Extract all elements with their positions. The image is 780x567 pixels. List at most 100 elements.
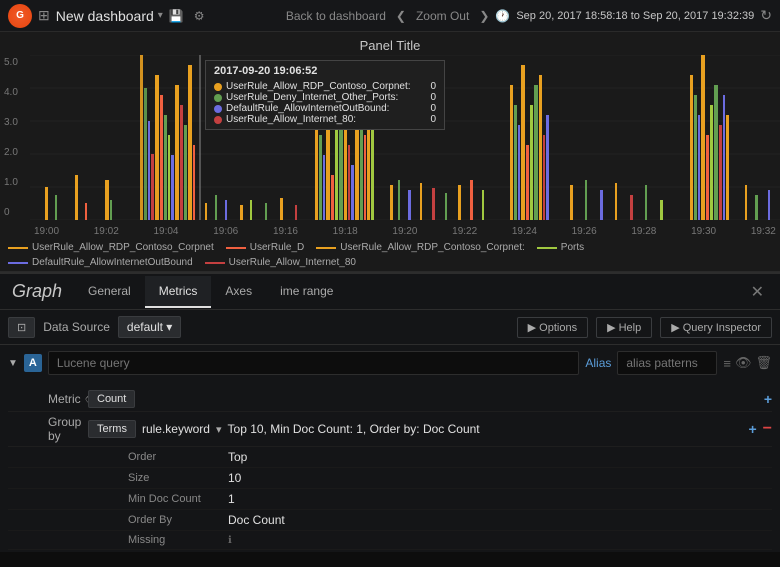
- query-input[interactable]: [48, 351, 579, 375]
- group-by-type-tag[interactable]: Terms: [88, 420, 136, 438]
- y-label-5: 5.0: [4, 57, 26, 68]
- datasource-icon-btn[interactable]: ⊡: [8, 317, 35, 338]
- datasource-label: Data Source: [43, 320, 110, 334]
- min-doc-count-value: 1: [228, 492, 235, 506]
- tab-general[interactable]: General: [74, 276, 145, 308]
- order-value: Top: [228, 450, 247, 464]
- y-label-3: 3.0: [4, 117, 26, 128]
- group-by-minus-btn[interactable]: −: [763, 420, 772, 438]
- help-btn[interactable]: ▶ Help: [596, 317, 652, 338]
- top-bar-center: Back to dashboard ❮ Zoom Out ❯ 🕐 Sep 20,…: [282, 7, 772, 25]
- order-by-value: Doc Count: [228, 513, 285, 527]
- clock-icon: 🕐: [495, 9, 510, 23]
- legend-color: [8, 262, 28, 264]
- close-panel-btn[interactable]: ✕: [743, 282, 772, 302]
- metric-value: Count +: [88, 390, 772, 408]
- query-letter-a: A: [24, 354, 42, 372]
- trash-icon[interactable]: 🗑: [755, 355, 772, 371]
- metric-row: Metric 👁 Count +: [8, 387, 772, 412]
- time-range-display: Sep 20, 2017 18:58:18 to Sep 20, 2017 19…: [516, 10, 754, 22]
- group-by-plus-btn[interactable]: +: [748, 421, 756, 437]
- bars-area: 2017-09-20 19:06:52 UserRule_Allow_RDP_C…: [30, 55, 780, 220]
- y-axis: 5.0 4.0 3.0 2.0 1.0 0: [0, 55, 30, 220]
- tooltip-row: UserRule_Deny_Internet_Other_Ports: 0: [214, 92, 436, 103]
- tooltip: 2017-09-20 19:06:52 UserRule_Allow_RDP_C…: [205, 60, 445, 130]
- order-label: Order: [128, 451, 228, 463]
- query-inspector-btn[interactable]: ▶ Query Inspector: [660, 317, 772, 338]
- metric-plus-btn[interactable]: +: [764, 391, 772, 407]
- save-icon[interactable]: 💾: [169, 9, 184, 23]
- metric-text: Metric: [48, 392, 81, 406]
- min-doc-count-label: Min Doc Count: [128, 493, 228, 505]
- eye-icon[interactable]: 👁: [735, 355, 752, 371]
- y-label-4: 4.0: [4, 87, 26, 98]
- legend-color: [226, 247, 246, 249]
- toolbar-icons: 💾 ⚙: [169, 9, 205, 23]
- legend-item[interactable]: UserRule_Allow_RDP_Contoso_Corpnet: [8, 242, 214, 253]
- missing-label: Missing: [128, 534, 228, 546]
- group-by-dropdown-icon[interactable]: ▾: [216, 423, 222, 436]
- graph-section-label: Graph: [8, 281, 74, 302]
- refresh-btn[interactable]: ↻: [760, 7, 772, 24]
- top-bar-left: G ⊞ New dashboard ▾ 💾 ⚙: [8, 4, 274, 28]
- options-btn[interactable]: ▶ Options: [517, 317, 588, 338]
- settings-icon[interactable]: ⚙: [194, 9, 205, 23]
- y-label-2: 2.0: [4, 147, 26, 158]
- legend-item[interactable]: Ports: [537, 242, 584, 253]
- order-row: Order Top: [8, 447, 772, 468]
- metric-type-tag[interactable]: Count: [88, 390, 135, 408]
- prev-zoom-icon[interactable]: ❮: [396, 9, 406, 23]
- back-to-dashboard-btn[interactable]: Back to dashboard: [282, 7, 390, 25]
- missing-info-icon[interactable]: ℹ: [228, 535, 232, 546]
- zoom-out-btn[interactable]: Zoom Out: [412, 7, 473, 25]
- datasource-select[interactable]: default ▾: [118, 316, 181, 338]
- query-row: ▼ A Alias ≡ 👁 🗑: [8, 351, 772, 375]
- size-value: 10: [228, 471, 241, 485]
- size-label: Size: [128, 472, 228, 484]
- dashboard-title: New dashboard ▾: [56, 8, 163, 24]
- tooltip-row: UserRule_Allow_RDP_Contoso_Corpnet: 0: [214, 81, 436, 92]
- metric-label: Metric 👁: [8, 392, 88, 406]
- query-row-icons: ≡ 👁 🗑: [723, 355, 772, 371]
- graph-legend: UserRule_Allow_RDP_Contoso_Corpnet UserR…: [0, 240, 780, 270]
- legend-color: [8, 247, 28, 249]
- legend-color: [316, 247, 336, 249]
- group-by-row: Group by Terms rule.keyword ▾ Top 10, Mi…: [8, 412, 772, 447]
- menu-icon[interactable]: ≡: [723, 356, 731, 371]
- legend-color: [205, 262, 225, 264]
- y-label-0: 0: [4, 207, 26, 218]
- tab-axes[interactable]: Axes: [211, 276, 266, 308]
- legend-label: DefaultRule_AllowInternetOutBound: [32, 257, 193, 268]
- dashboard-dropdown-icon[interactable]: ▾: [158, 10, 163, 21]
- legend-label: UserRule_Allow_RDP_Contoso_Corpnet:: [340, 242, 525, 253]
- group-by-desc: Top 10, Min Doc Count: 1, Order by: Doc …: [228, 422, 480, 436]
- legend-color: [537, 247, 557, 249]
- legend-item[interactable]: UserRule_Allow_Internet_80: [205, 257, 356, 268]
- panel-title: Panel Title: [0, 32, 780, 55]
- options-bar: ⊡ Data Source default ▾ ▶ Options ▶ Help…: [0, 310, 780, 345]
- y-label-1: 1.0: [4, 177, 26, 188]
- tab-metrics[interactable]: Metrics: [145, 276, 212, 308]
- logo-icon[interactable]: G: [8, 4, 32, 28]
- panel-header: Graph General Metrics Axes ime range ✕: [0, 274, 780, 310]
- next-zoom-icon[interactable]: ❯: [479, 9, 489, 23]
- query-area: ▼ A Alias ≡ 👁 🗑: [0, 345, 780, 385]
- dashboard-title-text: New dashboard: [56, 8, 154, 24]
- tab-time-range[interactable]: ime range: [266, 276, 347, 308]
- legend-item[interactable]: UserRule_Allow_RDP_Contoso_Corpnet:: [316, 242, 525, 253]
- x-axis: 19:00 19:02 19:04 19:06 19:16 19:18 19:2…: [30, 222, 780, 240]
- order-by-row: Order By Doc Count: [8, 510, 772, 531]
- alias-input[interactable]: [617, 351, 717, 375]
- legend-label: UserRule_D: [250, 242, 304, 253]
- tooltip-time: 2017-09-20 19:06:52: [214, 65, 436, 77]
- bottom-panel: Graph General Metrics Axes ime range ✕ ⊡…: [0, 272, 780, 552]
- legend-label: UserRule_Allow_RDP_Contoso_Corpnet: [32, 242, 214, 253]
- legend-item[interactable]: UserRule_D: [226, 242, 304, 253]
- top-bar: G ⊞ New dashboard ▾ 💾 ⚙ Back to dashboar…: [0, 0, 780, 32]
- graph-container: Panel Title 5.0 4.0 3.0 2.0 1.0 0: [0, 32, 780, 272]
- size-row: Size 10: [8, 468, 772, 489]
- graph-canvas: 5.0 4.0 3.0 2.0 1.0 0: [0, 55, 780, 240]
- config-section: Metric 👁 Count + Group by Terms rule.key…: [0, 385, 780, 552]
- collapse-icon[interactable]: ▼: [8, 358, 18, 369]
- legend-item[interactable]: DefaultRule_AllowInternetOutBound: [8, 257, 193, 268]
